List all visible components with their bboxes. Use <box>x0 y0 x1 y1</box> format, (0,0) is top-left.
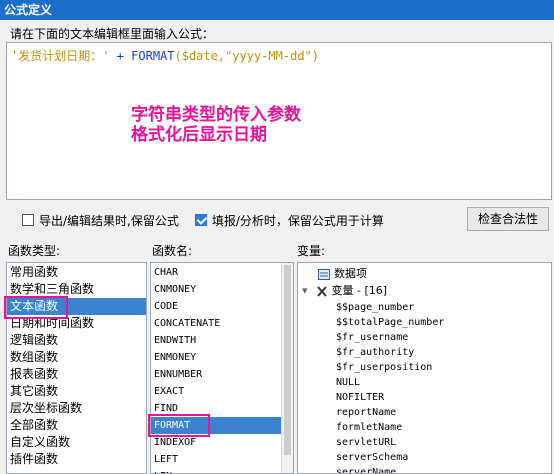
export-keep-formula-checkbox[interactable] <box>22 214 34 226</box>
export-keep-formula-label: 导出/编辑结果时,保留公式 <box>39 213 179 228</box>
function-item[interactable]: ENDWITH <box>151 332 293 349</box>
category-item[interactable]: 数组函数 <box>7 349 146 366</box>
dialog-title: 公式定义 <box>4 3 53 17</box>
category-item[interactable]: 层次坐标函数 <box>7 400 146 417</box>
formula-arguments: ($date,"yyyy-MM-dd") <box>174 49 320 63</box>
category-item[interactable]: 其它函数 <box>7 383 146 400</box>
variable-item[interactable]: NULL <box>336 375 360 390</box>
dialog-title-bar: 公式定义 <box>0 0 554 20</box>
data-item-icon <box>318 268 330 280</box>
formula-text: '发货计划日期：' + FORMAT($date,"yyyy-MM-dd") <box>11 47 319 64</box>
function-item[interactable]: LEFT <box>151 451 293 468</box>
check-validity-button[interactable]: 检查合法性 <box>467 207 549 231</box>
function-item[interactable]: LEN <box>151 468 293 473</box>
variable-item[interactable]: $$page_number <box>336 300 414 315</box>
variable-item[interactable]: formletName <box>336 420 402 435</box>
function-item[interactable]: CNMONEY <box>151 281 293 298</box>
function-item[interactable]: ENNUMBER <box>151 366 293 383</box>
annotation-note: 字符串类型的传入参数 格式化后显示日期 <box>131 105 321 145</box>
category-item[interactable]: 自定义函数 <box>7 434 146 451</box>
category-item[interactable]: 全部函数 <box>7 417 146 434</box>
category-item[interactable]: 逻辑函数 <box>7 332 146 349</box>
category-list[interactable]: 常用函数 数学和三角函数 文本函数 日期和时间函数 逻辑函数 数组函数 报表函数 其它函数 层次… <box>6 262 147 474</box>
function-item[interactable]: CODE <box>151 298 293 315</box>
category-item[interactable]: 插件函数 <box>7 451 146 468</box>
category-item[interactable]: 报表函数 <box>7 366 146 383</box>
variable-item[interactable]: $fr_userposition <box>336 360 432 375</box>
formula-editor[interactable]: '发货计划日期：' + FORMAT($date,"yyyy-MM-dd") 字… <box>6 42 552 200</box>
function-item[interactable]: CONCATENATE <box>151 315 293 332</box>
variable-item[interactable]: $fr_authority <box>336 345 414 360</box>
formula-string-literal: '发货计划日期：' <box>11 49 110 63</box>
variable-group-icon <box>316 285 327 297</box>
function-panel-label: 函数名: <box>152 244 193 258</box>
function-scroll-thumb[interactable] <box>284 265 291 455</box>
expand-arrow-icon[interactable]: ▾ <box>302 283 312 298</box>
formula-plus: + <box>109 49 132 63</box>
variable-item[interactable]: servletURL <box>336 435 396 450</box>
annotation-line-1: 字符串类型的传入参数 <box>131 105 301 125</box>
fill-keep-formula-label: 填报/分析时，保留公式用于计算 <box>211 213 384 228</box>
category-panel-label: 函数类型: <box>8 244 61 258</box>
function-list-scrollbar[interactable] <box>281 263 293 473</box>
variable-item[interactable]: serverSchema <box>336 450 408 465</box>
variable-panel-label: 变量: <box>297 244 326 258</box>
variable-group-node[interactable]: ▾ 变量 - [16] <box>302 283 387 298</box>
options-row: 导出/编辑结果时,保留公式 填报/分析时，保留公式用于计算 <box>22 211 384 229</box>
annotation-line-2: 格式化后显示日期 <box>131 125 267 145</box>
variable-item[interactable]: NOFILTER <box>336 390 384 405</box>
data-item-node[interactable]: 数据项 <box>318 266 367 281</box>
formula-function-name: FORMAT <box>131 49 175 63</box>
variable-tree[interactable]: 数据项 ▾ 变量 - [16] $$page_number $$totalPage… <box>297 262 552 474</box>
function-item[interactable]: CHAR <box>151 264 293 281</box>
function-item[interactable]: EXACT <box>151 383 293 400</box>
variable-item[interactable]: $fr_username <box>336 330 408 345</box>
category-item[interactable]: 常用函数 <box>7 264 146 281</box>
fill-keep-formula-checkbox[interactable] <box>194 214 207 226</box>
variable-item[interactable]: serverName <box>336 465 396 473</box>
variable-group-label: 变量 - [16] <box>331 284 388 297</box>
function-item[interactable]: ENMONEY <box>151 349 293 366</box>
variable-item[interactable]: $$totalPage_number <box>336 315 444 330</box>
function-highlight-box <box>148 414 210 437</box>
category-highlight-box <box>4 296 68 319</box>
data-item-label: 数据项 <box>334 267 367 280</box>
editor-instruction: 请在下面的文本编辑框里面输入公式： <box>10 27 215 41</box>
variable-item[interactable]: reportName <box>336 405 396 420</box>
function-list[interactable]: CHAR CNMONEY CODE CONCATENATE ENDWITH ENMONEY… <box>150 262 294 474</box>
